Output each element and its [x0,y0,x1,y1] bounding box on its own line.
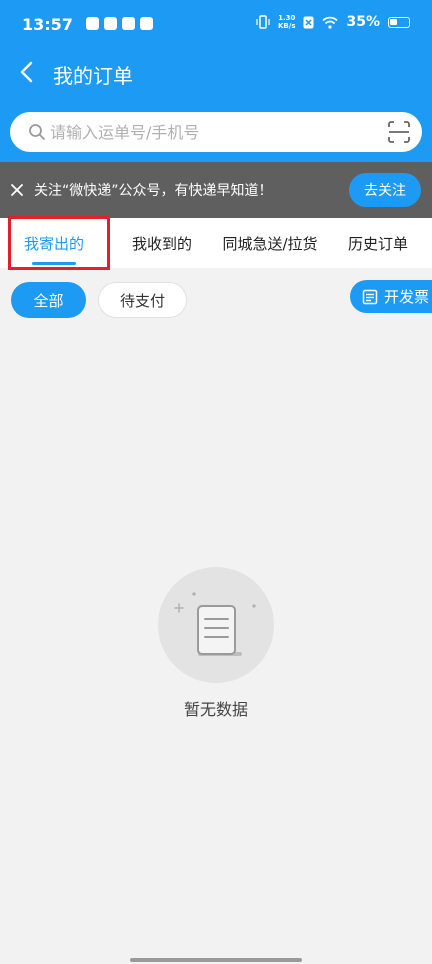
network-speed-value: 1.30 [278,14,296,22]
app-notification-icon [104,17,117,30]
battery-icon [388,16,410,28]
tab-history[interactable]: 历史订单 [330,218,426,268]
empty-document-icon [174,592,256,656]
close-icon[interactable] [10,183,24,197]
nav-bar: 我的订单 [0,50,432,100]
tab-same-city[interactable]: 同城急送/拉货 [214,218,326,268]
sim-off-icon [303,16,314,28]
orders-page: 13:57 1.30 KB/s 35% 我的订单 请输入运单号/手机号 关注“微… [0,0,432,964]
empty-illustration [158,567,274,683]
status-time: 13:57 [22,15,73,34]
status-bar: 13:57 1.30 KB/s 35% [0,0,432,50]
status-right: 1.30 KB/s 35% [256,14,410,30]
network-speed-unit: KB/s [278,22,296,30]
battery-percent: 35% [346,14,380,30]
active-tab-indicator [32,262,76,265]
scan-icon[interactable] [388,121,410,143]
search-icon [29,124,45,140]
search-input[interactable] [50,112,370,152]
follow-button[interactable]: 去关注 [349,173,421,207]
chevron-left-icon [20,61,33,83]
wifi-icon [322,16,339,29]
filter-all-chip[interactable]: 全部 [11,282,86,318]
invoice-icon [362,289,378,304]
tab-received[interactable]: 我收到的 [108,218,216,268]
follow-banner: 关注“微快递”公众号，有快递早知道！ 去关注 [0,162,432,218]
invoice-button[interactable]: 开发票 [350,280,432,313]
tiktok-icon [140,17,153,30]
back-button[interactable] [12,58,42,88]
order-tabs: 我寄出的 我收到的 同城急送/拉货 历史订单 [0,218,432,268]
search-box[interactable] [10,112,422,152]
app-notification-icon [86,17,99,30]
home-indicator[interactable] [130,958,302,962]
invoice-label: 开发票 [384,288,430,306]
network-speed: 1.30 KB/s [278,14,295,30]
header: 13:57 1.30 KB/s 35% 我的订单 请输入运单号/手机号 [0,0,432,162]
filter-pending-chip[interactable]: 待支付 [98,282,187,318]
banner-text: 关注“微快递”公众号，有快递早知道！ [34,183,273,199]
vibrate-icon [256,15,270,29]
notification-icons [86,17,153,30]
page-title: 我的订单 [53,64,133,88]
empty-state-text: 暂无数据 [183,700,248,719]
mail-icon [122,17,135,30]
tab-sent[interactable]: 我寄出的 [0,218,108,268]
